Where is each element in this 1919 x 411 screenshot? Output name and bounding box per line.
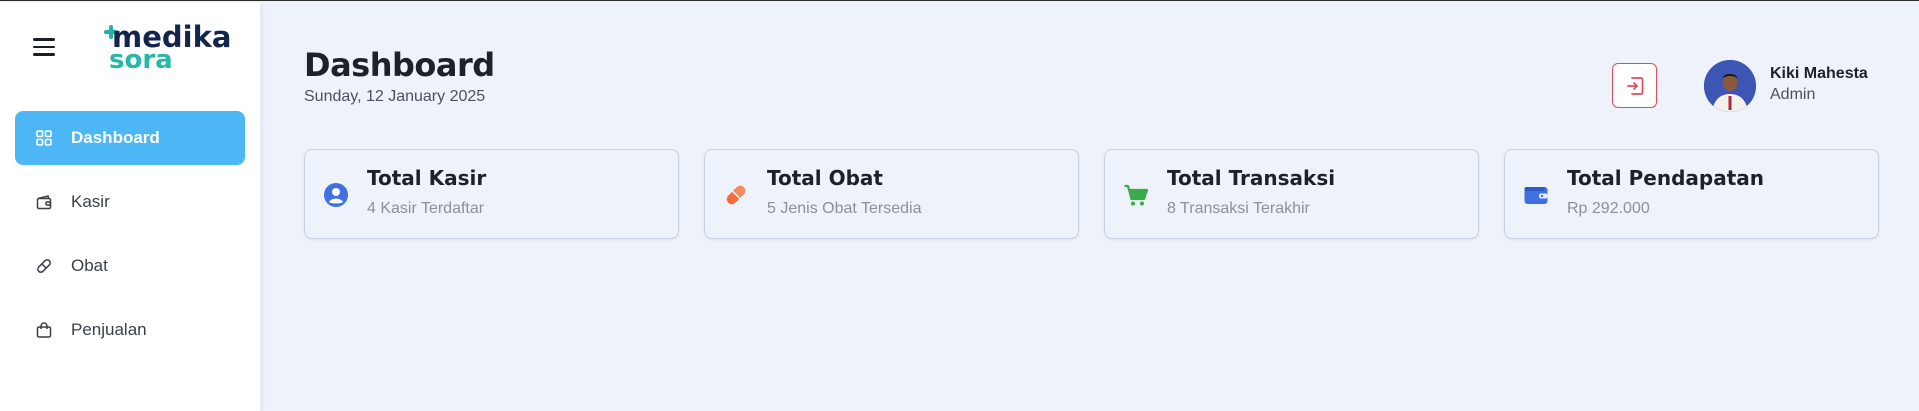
- user-role: Admin: [1770, 86, 1816, 103]
- page-title: Dashboard: [304, 46, 495, 84]
- logout-icon: [1626, 76, 1643, 95]
- card-title: Total Pendapatan: [1567, 166, 1764, 190]
- logout-button[interactable]: [1612, 63, 1657, 108]
- main-content: Dashboard Sunday, 12 January 2025 Kiki M…: [304, 2, 1919, 411]
- card-title: Total Obat: [767, 166, 883, 190]
- hamburger-icon[interactable]: [33, 38, 55, 56]
- avatar[interactable]: [1704, 60, 1756, 112]
- user-name: Kiki Mahesta: [1770, 65, 1868, 82]
- card-subtitle: 8 Transaksi Terakhir: [1167, 200, 1310, 217]
- logo-text-sora: sora: [109, 45, 173, 75]
- sidebar-item-obat[interactable]: Obat: [15, 239, 245, 293]
- card-subtitle: 4 Kasir Terdaftar: [367, 200, 485, 217]
- sidebar-item-label: Obat: [71, 256, 108, 275]
- pill-icon: [723, 182, 749, 208]
- card-subtitle: 5 Jenis Obat Tersedia: [767, 200, 922, 217]
- card-total-transaksi[interactable]: Total Transaksi 8 Transaksi Terakhir: [1104, 149, 1479, 239]
- sidebar-item-dashboard[interactable]: Dashboard: [15, 111, 245, 165]
- cart-icon: [1123, 182, 1149, 208]
- pill-icon: [35, 257, 53, 275]
- sidebar-nav: Dashboard Kasir Obat Penjualan: [15, 111, 245, 367]
- sidebar-item-kasir[interactable]: Kasir: [15, 175, 245, 229]
- wallet-icon: [1523, 182, 1549, 208]
- sidebar-item-penjualan[interactable]: Penjualan: [15, 303, 245, 357]
- sidebar-item-label: Dashboard: [71, 128, 160, 147]
- card-subtitle: Rp 292.000: [1567, 200, 1650, 217]
- card-title: Total Transaksi: [1167, 166, 1336, 190]
- card-total-obat[interactable]: Total Obat 5 Jenis Obat Tersedia: [704, 149, 1079, 239]
- card-total-pendapatan[interactable]: Total Pendapatan Rp 292.000: [1504, 149, 1879, 239]
- user-circle-icon: [323, 182, 349, 208]
- sidebar-item-label: Kasir: [71, 192, 110, 211]
- grid-icon: [35, 129, 53, 147]
- bag-icon: [35, 321, 53, 339]
- page-date: Sunday, 12 January 2025: [304, 88, 486, 105]
- sidebar: medika sora Dashboard Kasir Obat Penjual…: [0, 2, 260, 411]
- card-total-kasir[interactable]: Total Kasir 4 Kasir Terdaftar: [304, 149, 679, 239]
- card-title: Total Kasir: [367, 166, 487, 190]
- sidebar-item-label: Penjualan: [71, 320, 147, 339]
- wallet-icon: [35, 193, 53, 211]
- summary-cards: Total Kasir 4 Kasir Terdaftar Total Obat…: [304, 149, 1879, 239]
- logo: medika sora: [104, 21, 234, 75]
